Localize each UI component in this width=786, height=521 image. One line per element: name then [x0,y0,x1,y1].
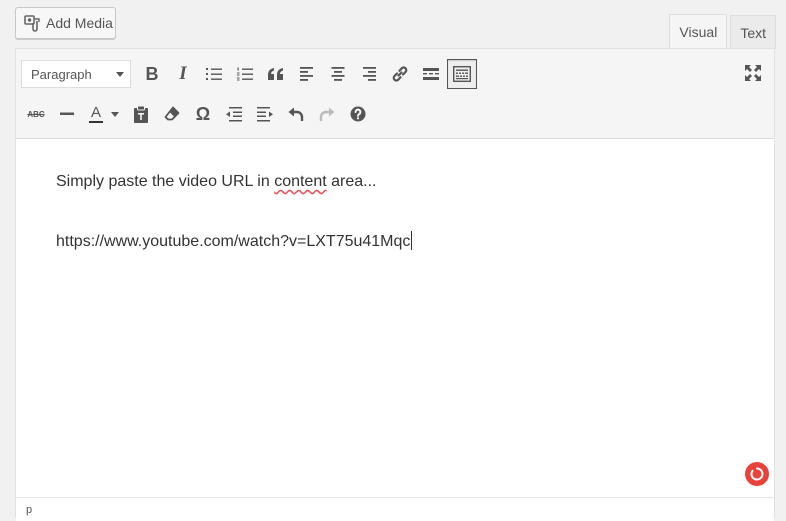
editor: Paragraph B I ABC A Ω Simply paste the v… [15,48,775,521]
numbered-list-button[interactable] [230,59,260,89]
toolbar-toggle-icon [453,66,471,82]
text-color-swatch [89,121,103,123]
align-right-icon [363,67,376,81]
media-camera-icon [24,14,40,32]
undo-icon [288,107,304,121]
text-color-letter: A [90,104,101,121]
numbered-list-icon [237,67,253,81]
italic-icon: I [179,63,187,84]
clear-formatting-icon [164,106,180,121]
text-color-button[interactable]: A [83,99,125,129]
video-url-text: https://www.youtube.com/watch?v=LXT75u41… [56,233,411,250]
help-button[interactable] [343,99,373,129]
format-select-value: Paragraph [31,66,92,82]
content-paragraph-2: https://www.youtube.com/watch?v=LXT75u41… [56,231,413,251]
align-center-icon [331,67,345,81]
bold-icon: B [145,63,159,84]
format-select[interactable]: Paragraph [21,60,131,88]
editor-tabs: Visual Text [666,14,776,49]
element-path[interactable]: p [26,504,32,516]
toolbar-row-1: Paragraph B I [21,58,478,90]
status-bar: p [16,497,774,521]
tab-text[interactable]: Text [730,15,776,49]
align-right-button[interactable] [354,59,384,89]
strikethrough-button[interactable]: ABC [21,99,51,129]
horizontal-line-button[interactable] [52,99,82,129]
tab-visual[interactable]: Visual [669,14,728,49]
paste-text-button[interactable] [126,99,156,129]
bold-button[interactable]: B [137,59,167,89]
strikethrough-icon: ABC [27,109,45,119]
indent-icon [257,106,273,121]
blockquote-button[interactable] [261,59,291,89]
outdent-button[interactable] [219,99,249,129]
align-left-icon [300,67,313,81]
text-color-icon: A [89,105,103,123]
indent-button[interactable] [250,99,280,129]
misspelled-word[interactable]: content [274,173,326,190]
read-more-icon [423,68,439,80]
toolbar-toggle-button[interactable] [447,59,477,89]
bullet-list-icon [206,68,222,80]
text-cursor [411,231,413,250]
content-text: area... [326,173,377,190]
link-button[interactable] [385,59,415,89]
editor-toolbar: Paragraph B I ABC A Ω [16,49,774,139]
chevron-down-icon [116,71,124,77]
grammar-check-icon [750,467,764,481]
add-media-label: Add Media [46,15,113,31]
add-media-button[interactable]: Add Media [15,7,116,39]
bullet-list-button[interactable] [199,59,229,89]
content-paragraph-1: Simply paste the video URL in content ar… [56,173,376,191]
fullscreen-icon [745,65,761,81]
outdent-icon [226,106,242,121]
italic-button[interactable]: I [168,59,198,89]
toolbar-row-2: ABC A Ω [21,98,374,130]
align-center-button[interactable] [323,59,353,89]
special-character-button[interactable]: Ω [188,99,218,129]
editor-content-area[interactable]: Simply paste the video URL in content ar… [16,139,774,497]
help-icon [350,106,366,122]
link-icon [392,66,408,82]
chevron-down-icon [111,111,119,117]
paste-text-icon [134,105,148,123]
redo-icon [319,107,335,121]
read-more-button[interactable] [416,59,446,89]
content-text: Simply paste the video URL in [56,173,275,190]
blockquote-icon [268,68,283,80]
special-character-icon: Ω [195,103,211,124]
align-left-button[interactable] [292,59,322,89]
grammar-check-button[interactable] [745,462,769,486]
undo-button[interactable] [281,99,311,129]
redo-button[interactable] [312,99,342,129]
clear-formatting-button[interactable] [157,99,187,129]
horizontal-line-icon [60,112,74,115]
fullscreen-button[interactable] [739,59,767,87]
